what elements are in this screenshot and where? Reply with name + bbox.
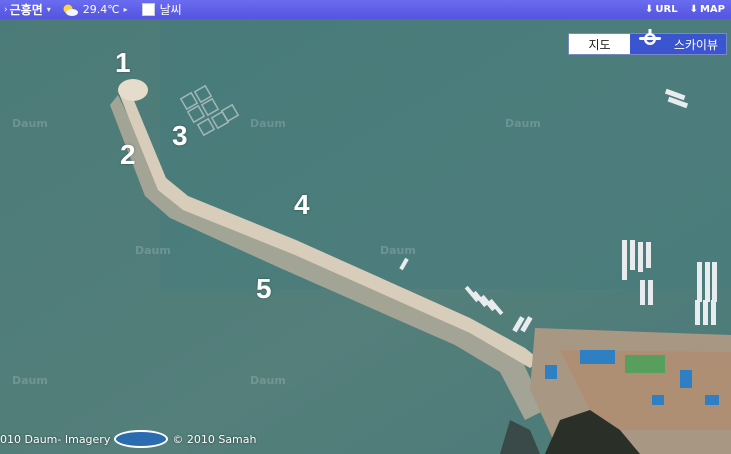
satellite-map[interactable]: Daum Daum Daum Daum Daum Daum Daum 1 2 3…: [0, 19, 731, 454]
weather-label: 날씨: [159, 3, 182, 17]
watermark: Daum: [250, 117, 286, 130]
watermark: Daum: [505, 117, 541, 130]
dropdown-arrow-icon: ▾: [46, 5, 51, 14]
watermark: Daum: [12, 374, 48, 387]
satellite-imagery: [0, 19, 731, 454]
skyview-label: 스카이뷰: [673, 37, 718, 52]
chevron-right-icon: ›: [4, 4, 8, 15]
map-view-button[interactable]: 지도: [569, 34, 630, 54]
map-attribution: 010 Daum- Imagery © 2010 Samah: [0, 430, 256, 448]
region-name: 근흥면: [9, 3, 43, 17]
download-arrow-icon: ⬇: [689, 4, 698, 15]
marker-label-1: 1: [115, 47, 131, 78]
map-link[interactable]: ⬇ MAP: [690, 4, 725, 15]
url-link[interactable]: ⬇ URL: [645, 4, 678, 15]
map-type-toggle: 지도 스카이뷰: [568, 29, 727, 55]
url-label: URL: [655, 4, 678, 15]
watermark: Daum: [380, 244, 416, 257]
marker-label-2: 2: [120, 139, 136, 170]
airplane-icon: [639, 29, 661, 45]
samah-logo: [114, 430, 169, 448]
chevron-right-icon: ▸: [123, 5, 128, 14]
watermark: Daum: [250, 374, 286, 387]
temperature: 29.4℃: [82, 3, 120, 16]
marker-label-4: 4: [294, 189, 310, 220]
watermark: Daum: [135, 244, 171, 257]
download-arrow-icon: ⬇: [644, 4, 654, 15]
marker-label-3: 3: [172, 120, 188, 151]
weather-widget[interactable]: 29.4℃ ▸: [61, 3, 128, 17]
watermark: Daum: [12, 117, 48, 130]
top-toolbar: › 근흥면 ▾ 29.4℃ ▸ 날씨 ⬇ URL ⬇ MAP: [0, 0, 731, 19]
imagery-credit: 010 Daum- Imagery: [0, 432, 111, 446]
region-selector[interactable]: › 근흥면 ▾: [4, 1, 51, 18]
copyright-text: © 2010 Samah: [172, 432, 257, 446]
marker-label-5: 5: [256, 273, 272, 304]
map-label: MAP: [699, 4, 725, 15]
download-links: ⬇ URL ⬇ MAP: [645, 0, 725, 19]
weather-checkbox[interactable]: [141, 3, 155, 16]
skyview-button[interactable]: 스카이뷰: [630, 29, 726, 54]
partly-cloudy-icon: [63, 4, 78, 16]
